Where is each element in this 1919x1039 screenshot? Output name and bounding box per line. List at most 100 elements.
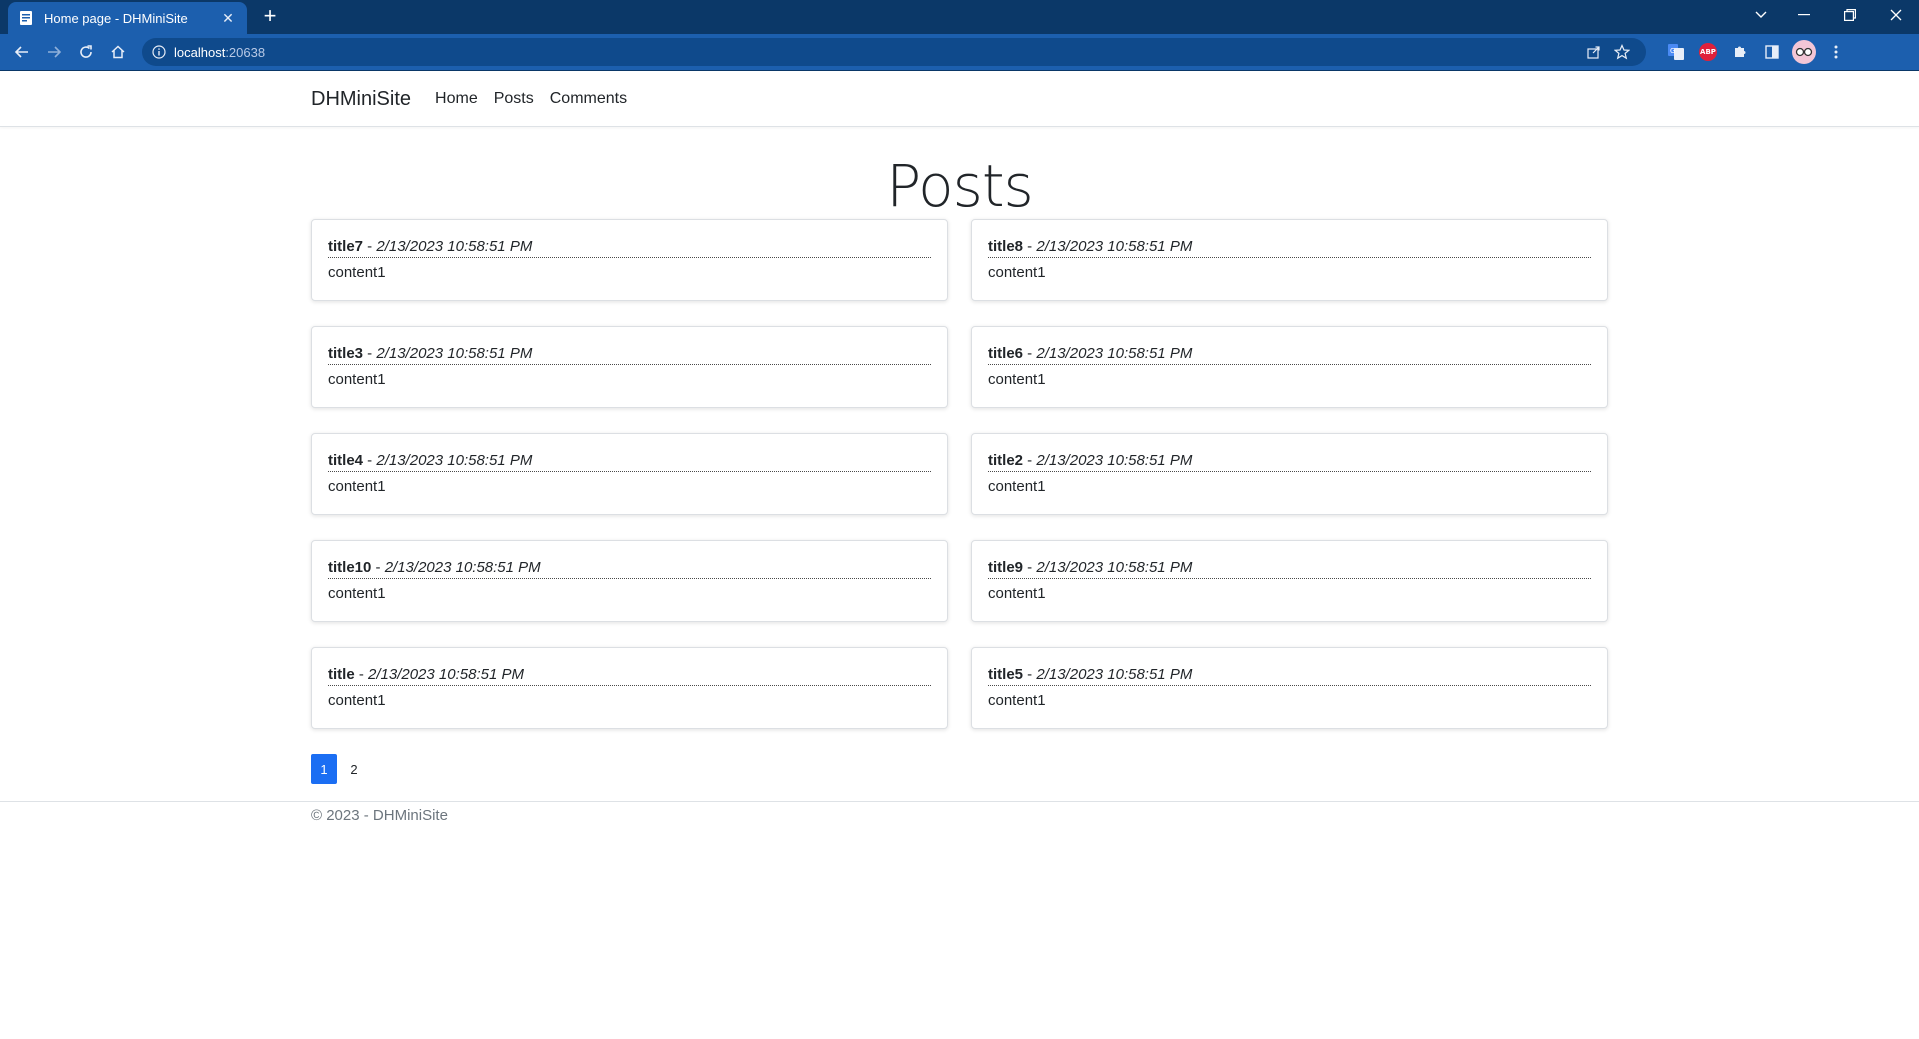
- post-card-header: title - 2/13/2023 10:58:51 PM: [328, 666, 931, 686]
- post-content: content1: [988, 371, 1046, 388]
- reload-icon[interactable]: [70, 36, 102, 68]
- browser-menu-icon[interactable]: [1820, 36, 1852, 68]
- post-card: title7 - 2/13/2023 10:58:51 PM content1: [311, 219, 948, 301]
- minimize-icon[interactable]: [1781, 0, 1827, 30]
- nav-link-home[interactable]: Home: [435, 90, 478, 108]
- post-card: title5 - 2/13/2023 10:58:51 PM content1: [971, 647, 1608, 729]
- post-card-header: title10 - 2/13/2023 10:58:51 PM: [328, 559, 931, 579]
- post-content: content1: [988, 585, 1046, 602]
- url-port: :20638: [225, 44, 266, 60]
- page-favicon-icon: [18, 10, 34, 26]
- post-date: 2/13/2023 10:58:51 PM: [1036, 666, 1193, 683]
- extensions-area: G ABP: [1660, 36, 1852, 68]
- post-card: title6 - 2/13/2023 10:58:51 PM content1: [971, 326, 1608, 408]
- address-bar[interactable]: localhost:20638: [142, 38, 1646, 66]
- footer-copyright: © 2023 - DHMiniSite: [311, 807, 448, 824]
- site-navbar: DHMiniSite Home Posts Comments: [311, 71, 643, 127]
- post-card: title - 2/13/2023 10:58:51 PM content1: [311, 647, 948, 729]
- post-card-header: title8 - 2/13/2023 10:58:51 PM: [988, 238, 1591, 258]
- post-card: title8 - 2/13/2023 10:58:51 PM content1: [971, 219, 1608, 301]
- post-date: 2/13/2023 10:58:51 PM: [1036, 238, 1193, 255]
- post-separator: -: [1023, 238, 1037, 255]
- tab-search-icon[interactable]: [1741, 0, 1781, 30]
- post-card-header: title3 - 2/13/2023 10:58:51 PM: [328, 345, 931, 365]
- site-footer: © 2023 - DHMiniSite: [0, 801, 1919, 824]
- post-content: content1: [328, 264, 386, 281]
- window-controls: [1741, 0, 1919, 30]
- svg-text:G: G: [1670, 47, 1675, 55]
- post-date: 2/13/2023 10:58:51 PM: [376, 345, 533, 362]
- post-content: content1: [328, 478, 386, 495]
- post-title: title9: [988, 559, 1024, 576]
- site-brand-link[interactable]: DHMiniSite: [311, 88, 411, 111]
- share-icon[interactable]: [1580, 40, 1608, 64]
- post-title: title10: [328, 559, 372, 576]
- post-separator: -: [1023, 452, 1037, 469]
- page-1-button[interactable]: 1: [311, 754, 337, 784]
- browser-tab[interactable]: Home page - DHMiniSite ✕: [8, 2, 247, 34]
- home-icon[interactable]: [102, 36, 134, 68]
- post-card: title10 - 2/13/2023 10:58:51 PM content1: [311, 540, 948, 622]
- new-tab-button[interactable]: +: [258, 5, 282, 29]
- post-card-header: title4 - 2/13/2023 10:58:51 PM: [328, 452, 931, 472]
- post-card-header: title2 - 2/13/2023 10:58:51 PM: [988, 452, 1591, 472]
- tab-title: Home page - DHMiniSite: [44, 10, 188, 26]
- nav-link-comments[interactable]: Comments: [550, 90, 627, 108]
- post-content: content1: [328, 371, 386, 388]
- adblock-label: ABP: [1699, 43, 1717, 61]
- pagination: 12: [311, 754, 371, 784]
- close-tab-icon[interactable]: ✕: [219, 9, 237, 27]
- url-host: localhost: [174, 44, 226, 60]
- post-card-header: title7 - 2/13/2023 10:58:51 PM: [328, 238, 931, 258]
- post-separator: -: [363, 452, 377, 469]
- post-separator: -: [1023, 345, 1037, 362]
- post-content: content1: [988, 264, 1046, 281]
- post-card: title2 - 2/13/2023 10:58:51 PM content1: [971, 433, 1608, 515]
- page-title: Posts: [886, 152, 1034, 220]
- forward-icon[interactable]: [38, 36, 70, 68]
- post-separator: -: [363, 238, 377, 255]
- post-date: 2/13/2023 10:58:51 PM: [376, 452, 533, 469]
- post-title: title6: [988, 345, 1024, 362]
- post-content: content1: [988, 692, 1046, 709]
- browser-toolbar: localhost:20638 G ABP: [0, 34, 1919, 71]
- post-separator: -: [1023, 559, 1037, 576]
- post-content: content1: [328, 692, 386, 709]
- side-panel-icon[interactable]: [1756, 36, 1788, 68]
- nav-link-posts[interactable]: Posts: [494, 90, 534, 108]
- restore-icon[interactable]: [1827, 0, 1873, 30]
- post-date: 2/13/2023 10:58:51 PM: [384, 559, 541, 576]
- page-2-button[interactable]: 2: [341, 754, 367, 784]
- post-content: content1: [328, 585, 386, 602]
- post-title: title3: [328, 345, 364, 362]
- post-card: title9 - 2/13/2023 10:58:51 PM content1: [971, 540, 1608, 622]
- avatar-icon: [1792, 40, 1816, 64]
- post-separator: -: [1023, 666, 1037, 683]
- post-date: 2/13/2023 10:58:51 PM: [1036, 345, 1193, 362]
- post-date: 2/13/2023 10:58:51 PM: [1036, 452, 1193, 469]
- site-info-icon[interactable]: [152, 45, 166, 59]
- bookmark-star-icon[interactable]: [1608, 40, 1636, 64]
- back-icon[interactable]: [6, 36, 38, 68]
- post-separator: -: [363, 345, 377, 362]
- post-title: title: [328, 666, 355, 683]
- post-title: title7: [328, 238, 364, 255]
- post-card-header: title6 - 2/13/2023 10:58:51 PM: [988, 345, 1591, 365]
- adblock-icon[interactable]: ABP: [1692, 36, 1724, 68]
- site-header: DHMiniSite Home Posts Comments: [0, 71, 1919, 127]
- post-card-header: title9 - 2/13/2023 10:58:51 PM: [988, 559, 1591, 579]
- translate-icon[interactable]: G: [1660, 36, 1692, 68]
- post-content: content1: [988, 478, 1046, 495]
- profile-avatar[interactable]: [1788, 36, 1820, 68]
- post-card: title4 - 2/13/2023 10:58:51 PM content1: [311, 433, 948, 515]
- post-separator: -: [354, 666, 369, 683]
- post-title: title2: [988, 452, 1024, 469]
- post-card: title3 - 2/13/2023 10:58:51 PM content1: [311, 326, 948, 408]
- close-window-icon[interactable]: [1873, 0, 1919, 30]
- post-title: title5: [988, 666, 1024, 683]
- post-separator: -: [371, 559, 385, 576]
- post-title: title4: [328, 452, 364, 469]
- post-date: 2/13/2023 10:58:51 PM: [1036, 559, 1193, 576]
- post-card-header: title5 - 2/13/2023 10:58:51 PM: [988, 666, 1591, 686]
- extensions-puzzle-icon[interactable]: [1724, 36, 1756, 68]
